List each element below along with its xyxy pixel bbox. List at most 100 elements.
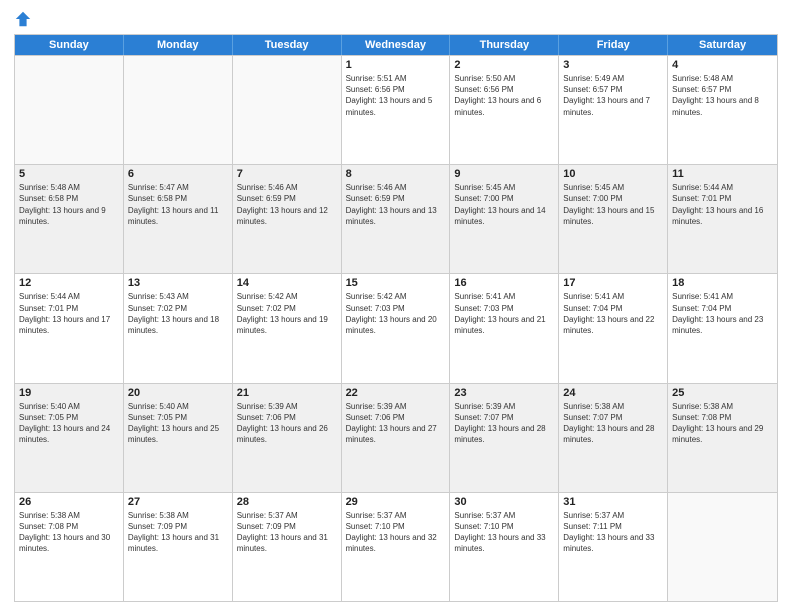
header [14, 10, 778, 28]
day-number: 14 [237, 277, 337, 289]
calendar-cell: 30Sunrise: 5:37 AMSunset: 7:10 PMDayligh… [450, 493, 559, 601]
day-number: 1 [346, 59, 446, 71]
cell-info: Sunrise: 5:46 AMSunset: 6:59 PMDaylight:… [346, 182, 446, 227]
day-number: 6 [128, 168, 228, 180]
calendar-cell: 17 Sunrise: 5:41 AMSunset: 7:04 PMDayligh… [559, 274, 668, 382]
day-number: 30 [454, 496, 554, 508]
logo-icon [14, 10, 32, 28]
cell-info: Sunrise: 5:38 AMSunset: 7:08 PMDaylight:… [19, 510, 119, 555]
day-number: 9 [454, 168, 554, 180]
cell-info: Sunrise: 5:44 AMSunset: 7:01 PMDaylight:… [672, 182, 773, 227]
calendar-cell: 14 Sunrise: 5:42 AMSunset: 7:02 PMDayligh… [233, 274, 342, 382]
cell-info: Sunrise: 5:38 AMSunset: 7:07 PMDaylight:… [563, 401, 663, 446]
day-number: 24 [563, 387, 663, 399]
calendar-cell: 19 Sunrise: 5:40 AMSunset: 7:05 PMDayligh… [15, 384, 124, 492]
day-number: 28 [237, 496, 337, 508]
calendar-cell: 6 Sunrise: 5:47 AMSunset: 6:58 PMDaylight… [124, 165, 233, 273]
cell-info: Sunrise: 5:48 AMSunset: 6:58 PMDaylight:… [19, 182, 119, 227]
calendar-cell: 24 Sunrise: 5:38 AMSunset: 7:07 PMDayligh… [559, 384, 668, 492]
calendar-cell: 13 Sunrise: 5:43 AMSunset: 7:02 PMDayligh… [124, 274, 233, 382]
logo [14, 10, 34, 28]
calendar-cell: 20 Sunrise: 5:40 AMSunset: 7:05 PMDayligh… [124, 384, 233, 492]
cell-info: Sunrise: 5:39 AMSunset: 7:07 PMDaylight:… [454, 401, 554, 446]
calendar-cell: 12Sunrise: 5:44 AMSunset: 7:01 PMDayligh… [15, 274, 124, 382]
day-number: 5 [19, 168, 119, 180]
calendar-cell: 5 Sunrise: 5:48 AMSunset: 6:58 PMDaylight… [15, 165, 124, 273]
calendar-cell: 15Sunrise: 5:42 AMSunset: 7:03 PMDayligh… [342, 274, 451, 382]
calendar-cell: 9Sunrise: 5:45 AMSunset: 7:00 PMDaylight… [450, 165, 559, 273]
calendar-cell [233, 56, 342, 164]
day-number: 31 [563, 496, 663, 508]
day-number: 25 [672, 387, 773, 399]
cell-info: Sunrise: 5:37 AMSunset: 7:09 PMDaylight:… [237, 510, 337, 555]
cell-info: Sunrise: 5:41 AMSunset: 7:04 PMDaylight:… [563, 291, 663, 336]
calendar-cell: 27 Sunrise: 5:38 AMSunset: 7:09 PMDayligh… [124, 493, 233, 601]
cell-info: Sunrise: 5:37 AMSunset: 7:11 PMDaylight:… [563, 510, 663, 555]
calendar-cell: 22Sunrise: 5:39 AMSunset: 7:06 PMDayligh… [342, 384, 451, 492]
cell-info: Sunrise: 5:38 AMSunset: 7:08 PMDaylight:… [672, 401, 773, 446]
calendar-cell: 28 Sunrise: 5:37 AMSunset: 7:09 PMDayligh… [233, 493, 342, 601]
calendar-cell: 31 Sunrise: 5:37 AMSunset: 7:11 PMDayligh… [559, 493, 668, 601]
weekday-header: Friday [559, 35, 668, 55]
day-number: 21 [237, 387, 337, 399]
day-number: 7 [237, 168, 337, 180]
calendar-cell: 1 Sunrise: 5:51 AMSunset: 6:56 PMDaylight… [342, 56, 451, 164]
cell-info: Sunrise: 5:41 AMSunset: 7:03 PMDaylight:… [454, 291, 554, 336]
calendar-row: 26 Sunrise: 5:38 AMSunset: 7:08 PMDayligh… [15, 492, 777, 601]
cell-info: Sunrise: 5:37 AMSunset: 7:10 PMDaylight:… [346, 510, 446, 555]
cell-info: Sunrise: 5:43 AMSunset: 7:02 PMDaylight:… [128, 291, 228, 336]
day-number: 20 [128, 387, 228, 399]
calendar-cell [15, 56, 124, 164]
calendar-row: 1 Sunrise: 5:51 AMSunset: 6:56 PMDaylight… [15, 55, 777, 164]
day-number: 23 [454, 387, 554, 399]
calendar-header: SundayMondayTuesdayWednesdayThursdayFrid… [15, 35, 777, 55]
day-number: 4 [672, 59, 773, 71]
calendar: SundayMondayTuesdayWednesdayThursdayFrid… [14, 34, 778, 602]
calendar-row: 5 Sunrise: 5:48 AMSunset: 6:58 PMDaylight… [15, 164, 777, 273]
cell-info: Sunrise: 5:49 AMSunset: 6:57 PMDaylight:… [563, 73, 663, 118]
calendar-body: 1 Sunrise: 5:51 AMSunset: 6:56 PMDaylight… [15, 55, 777, 601]
day-number: 16 [454, 277, 554, 289]
cell-info: Sunrise: 5:50 AMSunset: 6:56 PMDaylight:… [454, 73, 554, 118]
calendar-cell: 25 Sunrise: 5:38 AMSunset: 7:08 PMDayligh… [668, 384, 777, 492]
calendar-cell: 29Sunrise: 5:37 AMSunset: 7:10 PMDayligh… [342, 493, 451, 601]
cell-info: Sunrise: 5:42 AMSunset: 7:02 PMDaylight:… [237, 291, 337, 336]
day-number: 13 [128, 277, 228, 289]
calendar-cell [124, 56, 233, 164]
day-number: 27 [128, 496, 228, 508]
calendar-cell: 23 Sunrise: 5:39 AMSunset: 7:07 PMDayligh… [450, 384, 559, 492]
day-number: 17 [563, 277, 663, 289]
day-number: 26 [19, 496, 119, 508]
day-number: 18 [672, 277, 773, 289]
cell-info: Sunrise: 5:40 AMSunset: 7:05 PMDaylight:… [19, 401, 119, 446]
weekday-header: Saturday [668, 35, 777, 55]
day-number: 19 [19, 387, 119, 399]
cell-info: Sunrise: 5:46 AMSunset: 6:59 PMDaylight:… [237, 182, 337, 227]
calendar-cell [668, 493, 777, 601]
weekday-header: Wednesday [342, 35, 451, 55]
cell-info: Sunrise: 5:48 AMSunset: 6:57 PMDaylight:… [672, 73, 773, 118]
cell-info: Sunrise: 5:39 AMSunset: 7:06 PMDaylight:… [346, 401, 446, 446]
cell-info: Sunrise: 5:45 AMSunset: 7:00 PMDaylight:… [563, 182, 663, 227]
weekday-header: Thursday [450, 35, 559, 55]
cell-info: Sunrise: 5:47 AMSunset: 6:58 PMDaylight:… [128, 182, 228, 227]
day-number: 15 [346, 277, 446, 289]
weekday-header: Monday [124, 35, 233, 55]
calendar-cell: 4 Sunrise: 5:48 AMSunset: 6:57 PMDaylight… [668, 56, 777, 164]
day-number: 10 [563, 168, 663, 180]
weekday-header: Sunday [15, 35, 124, 55]
day-number: 2 [454, 59, 554, 71]
day-number: 3 [563, 59, 663, 71]
calendar-cell: 8Sunrise: 5:46 AMSunset: 6:59 PMDaylight… [342, 165, 451, 273]
calendar-row: 19 Sunrise: 5:40 AMSunset: 7:05 PMDayligh… [15, 383, 777, 492]
cell-info: Sunrise: 5:51 AMSunset: 6:56 PMDaylight:… [346, 73, 446, 118]
cell-info: Sunrise: 5:40 AMSunset: 7:05 PMDaylight:… [128, 401, 228, 446]
calendar-cell: 3 Sunrise: 5:49 AMSunset: 6:57 PMDaylight… [559, 56, 668, 164]
weekday-header: Tuesday [233, 35, 342, 55]
cell-info: Sunrise: 5:38 AMSunset: 7:09 PMDaylight:… [128, 510, 228, 555]
calendar-cell: 18Sunrise: 5:41 AMSunset: 7:04 PMDayligh… [668, 274, 777, 382]
day-number: 11 [672, 168, 773, 180]
cell-info: Sunrise: 5:39 AMSunset: 7:06 PMDaylight:… [237, 401, 337, 446]
calendar-cell: 2 Sunrise: 5:50 AMSunset: 6:56 PMDaylight… [450, 56, 559, 164]
calendar-cell: 26 Sunrise: 5:38 AMSunset: 7:08 PMDayligh… [15, 493, 124, 601]
